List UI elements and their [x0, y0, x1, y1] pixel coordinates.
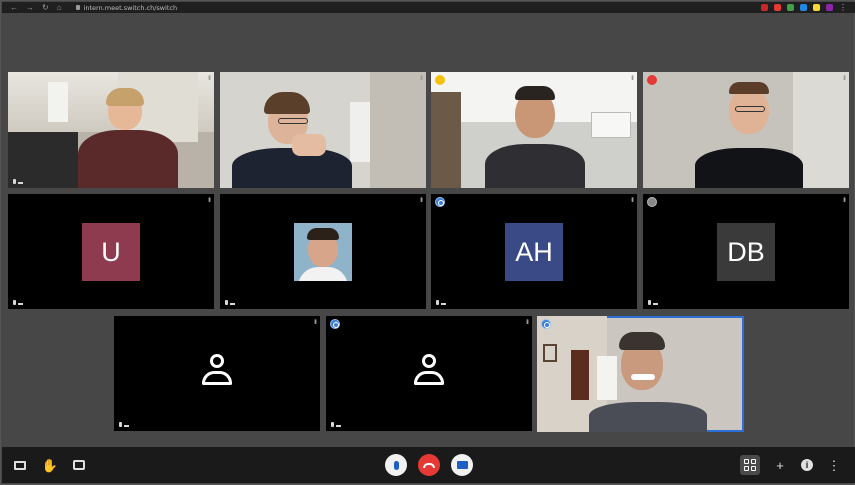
tile-menu-icon[interactable]: •••	[205, 75, 212, 79]
reload-icon[interactable]: ↻	[42, 3, 49, 12]
chat-button[interactable]	[71, 457, 87, 473]
local-video-tile[interactable]	[537, 316, 744, 432]
extension-icon[interactable]	[787, 4, 794, 11]
participant-tile-no-avatar[interactable]: •••	[114, 316, 320, 431]
browser-nav: ← → ↻ ⌂	[10, 3, 62, 12]
avatar: AH	[505, 223, 563, 281]
back-icon[interactable]: ←	[10, 3, 18, 12]
status-badge	[330, 319, 340, 329]
mic-indicator	[13, 300, 23, 305]
tile-menu-icon[interactable]: •••	[628, 197, 635, 201]
url-text: intern.meet.switch.ch/switch	[83, 3, 178, 12]
person-icon	[412, 354, 446, 388]
microphone-button[interactable]	[385, 454, 407, 476]
info-button[interactable]: i	[799, 457, 815, 473]
camera-icon	[456, 461, 468, 469]
participant-tile-no-avatar[interactable]: •••	[326, 316, 532, 431]
mic-indicator	[648, 300, 658, 305]
info-icon: i	[801, 459, 813, 471]
tile-menu-icon[interactable]: •••	[417, 197, 424, 201]
avatar: DB	[717, 223, 775, 281]
browser-menu-icon[interactable]: ⋮	[839, 4, 847, 12]
extension-icon[interactable]	[774, 4, 781, 11]
mic-indicator	[436, 300, 446, 305]
tile-menu-icon[interactable]: •••	[417, 75, 424, 79]
browser-toolbar: ← → ↻ ⌂ intern.meet.switch.ch/switch ⋮	[2, 2, 855, 13]
status-badge	[647, 197, 657, 207]
hangup-button[interactable]	[418, 454, 440, 476]
tile-menu-icon[interactable]: •••	[840, 75, 847, 79]
participant-video-tile[interactable]: •••	[220, 72, 426, 188]
avatar-initials: U	[101, 236, 121, 267]
address-bar[interactable]: intern.meet.switch.ch/switch	[75, 3, 178, 12]
microphone-icon	[393, 460, 399, 470]
participant-video-tile[interactable]: •••	[8, 72, 214, 188]
avatar-initials: DB	[727, 236, 765, 267]
avatar: U	[82, 223, 140, 281]
extensions: ⋮	[761, 4, 847, 12]
tile-menu-icon[interactable]: •••	[523, 319, 530, 323]
hangup-icon	[423, 462, 435, 468]
participant-video-tile[interactable]: •••	[431, 72, 637, 188]
mic-indicator	[225, 300, 235, 305]
tile-menu-icon[interactable]: •••	[840, 197, 847, 201]
tile-menu-icon[interactable]: •••	[205, 197, 212, 201]
mic-indicator	[13, 179, 23, 184]
participant-tile-u[interactable]: U •••	[8, 194, 214, 309]
raise-hand-button[interactable]: ✋	[42, 457, 58, 473]
extension-icon[interactable]	[813, 4, 820, 11]
person-icon	[200, 354, 234, 388]
status-badge	[647, 75, 657, 85]
participant-video-tile[interactable]: •••	[643, 72, 849, 188]
status-badge	[435, 75, 445, 85]
meeting-window: ← → ↻ ⌂ intern.meet.switch.ch/switch ⋮ •…	[0, 0, 855, 485]
status-badge	[541, 319, 551, 329]
participant-tile-ah[interactable]: AH •••	[431, 194, 637, 309]
mic-indicator	[331, 422, 341, 427]
participant-tile-db[interactable]: DB •••	[643, 194, 849, 309]
chat-icon	[73, 460, 85, 470]
home-icon[interactable]: ⌂	[57, 3, 62, 12]
avatar	[294, 223, 352, 281]
tile-view-button[interactable]	[740, 455, 760, 475]
invite-icon: +	[776, 457, 784, 473]
extension-icon[interactable]	[826, 4, 833, 11]
status-badge	[435, 197, 445, 207]
screen-share-icon	[14, 460, 26, 470]
tile-menu-icon[interactable]: •••	[311, 319, 318, 323]
screen-share-button[interactable]	[12, 458, 28, 472]
more-button[interactable]: ⋮	[827, 457, 841, 473]
invite-button[interactable]: +	[772, 457, 788, 473]
more-icon: ⋮	[827, 457, 841, 473]
avatar-initials: AH	[515, 236, 553, 267]
tile-menu-icon[interactable]: •••	[628, 75, 635, 79]
forward-icon[interactable]: →	[26, 3, 34, 12]
extension-icon[interactable]	[761, 4, 768, 11]
tile-view-icon	[744, 459, 756, 471]
participant-tile-photo[interactable]: •••	[220, 194, 426, 309]
mic-indicator	[119, 422, 129, 427]
raise-hand-icon: ✋	[41, 457, 59, 473]
lock-icon	[75, 5, 80, 10]
extension-icon[interactable]	[800, 4, 807, 11]
meeting-toolbar: ✋ + i ⋮	[2, 447, 855, 483]
camera-button[interactable]	[451, 454, 473, 476]
